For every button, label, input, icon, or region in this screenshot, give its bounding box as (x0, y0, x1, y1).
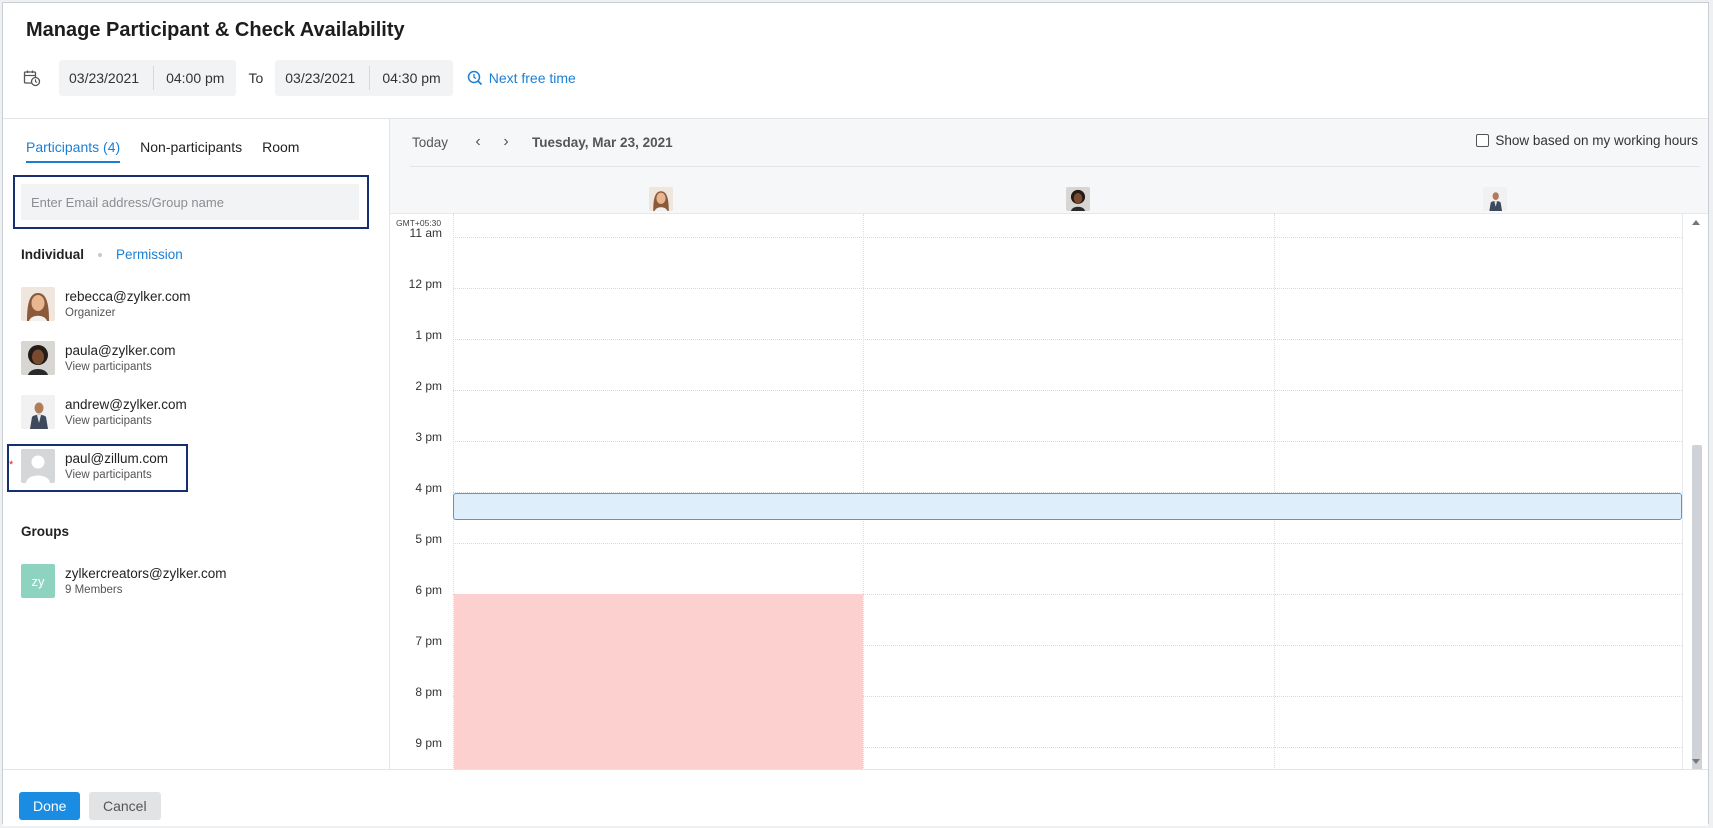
calendar-header-divider (410, 166, 1700, 167)
busy-block-rebecca (454, 594, 863, 770)
participant-search-input[interactable] (21, 184, 359, 220)
rebecca-avatar (21, 287, 55, 321)
calendar-nav: Today ‹ › Tuesday, Mar 23, 2021 (412, 133, 673, 151)
tab-participants[interactable]: Participants (4) (26, 139, 121, 163)
hour-line (453, 237, 1682, 238)
scroll-up-arrow[interactable] (1692, 220, 1700, 225)
hour-label: 6 pm (415, 583, 442, 597)
new-participant-highlight-box (7, 444, 188, 492)
hour-label: 7 pm (415, 634, 442, 648)
hour-line (453, 543, 1682, 544)
group-email: zylkercreators@zylker.com (65, 566, 227, 581)
participant-list: rebecca@zylker.com Organizer paula@zylke… (7, 287, 191, 503)
done-button[interactable]: Done (19, 792, 81, 820)
end-date-input[interactable]: 03/23/2021 (275, 66, 371, 90)
manage-participant-dialog: Manage Participant & Check Availability … (2, 2, 1709, 826)
calendar-header: Today ‹ › Tuesday, Mar 23, 2021 Show bas… (390, 119, 1708, 213)
view-participants-link[interactable]: View participants (65, 415, 187, 427)
participant-tabs: Participants (4) Non-participants Room (26, 139, 319, 163)
end-datetime-field: 03/23/2021 04:30 pm (275, 60, 453, 96)
hour-line (453, 390, 1682, 391)
required-mark: * (9, 459, 14, 471)
working-hours-toggle[interactable]: Show based on my working hours (1476, 133, 1698, 148)
cancel-button[interactable]: Cancel (89, 792, 161, 820)
groups-heading: Groups (21, 524, 70, 539)
andrew-avatar (21, 395, 55, 429)
group-member-count: 9 Members (65, 584, 123, 596)
clock-search-icon (467, 70, 482, 86)
andrew-column-avatar (1483, 187, 1507, 211)
date-range-row: 03/23/2021 04:00 pm To 03/23/2021 04:30 … (23, 60, 576, 96)
next-free-time-label: Next free time (488, 70, 576, 86)
participant-email: rebecca@zylker.com (65, 289, 191, 304)
availability-grid[interactable]: GMT+05:30 11 am 12 pm 1 pm 2 pm 3 pm 4 p… (390, 213, 1708, 770)
current-date-label: Tuesday, Mar 23, 2021 (532, 134, 673, 150)
paula-column-avatar (1066, 187, 1090, 211)
participant-role: Organizer (65, 307, 116, 319)
hour-line (453, 288, 1682, 289)
hour-label: 4 pm (415, 481, 442, 495)
participants-panel: Participants (4) Non-participants Room I… (3, 119, 390, 769)
working-hours-checkbox[interactable] (1476, 134, 1490, 147)
permission-link[interactable]: Permission (116, 247, 183, 262)
participant-email: paula@zylker.com (65, 343, 176, 358)
scroll-down-arrow[interactable] (1692, 759, 1700, 764)
end-time-input[interactable]: 04:30 pm (370, 70, 452, 86)
hour-line (453, 339, 1682, 340)
group-avatar: zy (21, 564, 55, 598)
rebecca-column-avatar (649, 187, 673, 211)
chevron-left-icon[interactable]: ‹ (464, 133, 492, 151)
participant-item-paul[interactable]: * paul@zillum.com View participants (7, 444, 191, 503)
next-free-time-link[interactable]: Next free time (467, 70, 576, 86)
start-time-input[interactable]: 04:00 pm (154, 70, 236, 86)
working-hours-label: Show based on my working hours (1495, 133, 1698, 148)
participant-item-andrew[interactable]: andrew@zylker.com View participants (21, 395, 191, 449)
dialog-footer: Done Cancel (3, 769, 1708, 826)
hour-label: 8 pm (415, 685, 442, 699)
separator-dot (98, 252, 103, 257)
hour-label: 11 am (409, 226, 442, 240)
search-highlight-box (13, 175, 369, 229)
paula-avatar (21, 341, 55, 375)
participant-avatar-row (453, 187, 1679, 213)
dialog-title: Manage Participant & Check Availability (26, 19, 405, 41)
tab-non-participants[interactable]: Non-participants (140, 139, 242, 163)
participant-email: andrew@zylker.com (65, 397, 187, 412)
hour-label: 5 pm (415, 532, 442, 546)
hour-label: 3 pm (415, 430, 442, 444)
scrollbar-thumb[interactable] (1692, 445, 1702, 770)
hour-line (453, 441, 1682, 442)
availability-panel: Today ‹ › Tuesday, Mar 23, 2021 Show bas… (390, 119, 1708, 770)
selected-time-slot[interactable] (453, 493, 1682, 520)
view-participants-link[interactable]: View participants (65, 361, 176, 373)
individual-label[interactable]: Individual (21, 247, 84, 262)
participant-item-paula[interactable]: paula@zylker.com View participants (21, 341, 191, 395)
hour-label: 2 pm (415, 379, 442, 393)
tab-room[interactable]: Room (262, 139, 299, 163)
calendar-clock-icon[interactable] (23, 69, 41, 87)
start-date-input[interactable]: 03/23/2021 (59, 66, 155, 90)
hour-label: 9 pm (415, 736, 442, 750)
hour-label: 1 pm (415, 328, 442, 342)
participant-subhead: Individual Permission (21, 247, 183, 262)
chevron-right-icon[interactable]: › (492, 133, 520, 151)
today-button[interactable]: Today (412, 135, 448, 150)
grid-scrollbar[interactable] (1682, 214, 1708, 770)
start-datetime-field: 03/23/2021 04:00 pm (59, 60, 237, 96)
hour-label: 12 pm (408, 277, 442, 291)
to-label: To (248, 70, 264, 86)
group-item[interactable]: zy zylkercreators@zylker.com 9 Members (21, 564, 227, 598)
participant-item-rebecca[interactable]: rebecca@zylker.com Organizer (21, 287, 191, 341)
